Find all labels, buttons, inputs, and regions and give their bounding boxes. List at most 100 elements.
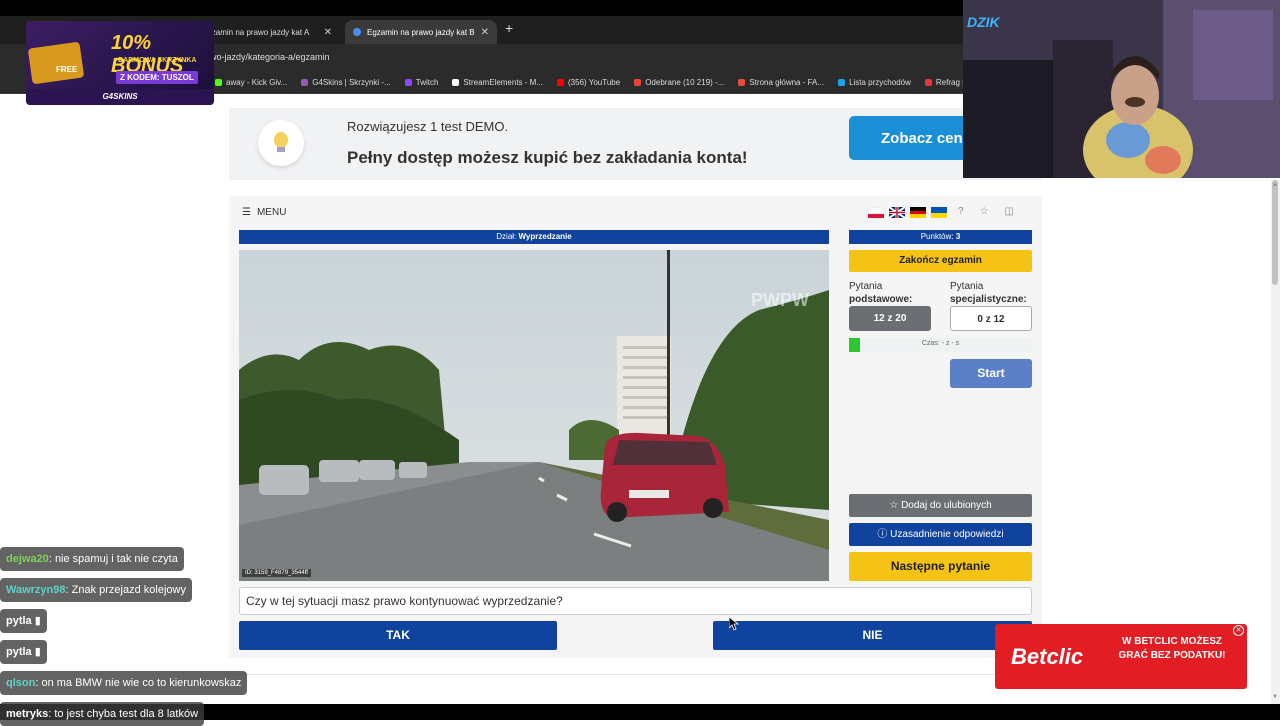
ukrainian-flag-icon[interactable] — [931, 207, 947, 218]
bookmark-item[interactable]: Strona główna - FA... — [738, 78, 824, 87]
tab-label: Egzamin na prawo jazdy kat A — [202, 27, 310, 37]
bookmark-label: (356) YouTube — [568, 78, 621, 87]
close-icon[interactable]: ✕ — [1233, 625, 1244, 636]
polish-flag-icon[interactable] — [868, 207, 884, 218]
chat-username[interactable]: dejwa20 — [6, 553, 49, 565]
language-flags — [868, 207, 947, 219]
bookmark-favicon-icon — [404, 79, 412, 86]
chat-message: pytla ▮ — [0, 609, 47, 633]
chat-message: pytla ▮ — [0, 640, 47, 664]
chat-text: nie spamuj i tak nie czyta — [54, 553, 178, 565]
section-name: Wyprzedzanie — [518, 232, 572, 241]
bookmark-label: away - Kick Giv... — [226, 78, 288, 87]
close-icon[interactable]: ✕ — [324, 27, 332, 38]
code-label: Z KODEM: TUSZOL — [116, 71, 198, 84]
betclic-logo: Betclic — [1011, 644, 1084, 669]
points-value: 3 — [955, 232, 961, 241]
scroll-down-icon[interactable]: ▼ — [1272, 694, 1278, 700]
chat-username[interactable]: qlson — [6, 677, 35, 689]
lightbulb-icon — [258, 120, 304, 166]
chat-username[interactable]: metryks — [6, 708, 48, 720]
points-prefix: Punktów: — [920, 232, 954, 241]
basic-questions-count: 12 z 20 — [849, 306, 931, 331]
bookmark-item[interactable]: Lista przychodów — [838, 78, 911, 87]
section-bar: Dział: Wyprzedzanie — [239, 230, 829, 244]
bookmark-favicon-icon — [634, 79, 642, 86]
chat-username[interactable]: pytla — [6, 646, 32, 658]
menu-button[interactable]: ☰ MENU — [242, 207, 286, 218]
chat-message: metryks: to jest chyba test dla 8 latków — [0, 702, 205, 726]
special-questions-label: Pytania specjalistyczne: — [950, 281, 1027, 305]
chat-username[interactable]: pytla — [6, 615, 32, 627]
star-icon: ☆ — [889, 500, 899, 511]
bookmark-item[interactable]: away - Kick Giv... — [215, 78, 287, 87]
next-question-button[interactable]: Następne pytanie — [849, 552, 1032, 581]
chest-icon — [27, 41, 85, 85]
bookmark-label: Odebrane (10 219) -... — [645, 78, 725, 87]
new-tab-button[interactable]: + — [505, 20, 513, 36]
fav-label: Dodaj do ulubionych — [901, 500, 992, 511]
scroll-up-icon[interactable]: ▲ — [1272, 182, 1278, 188]
help-icon[interactable]: ? — [958, 206, 964, 217]
bookmark-favicon-icon — [215, 79, 222, 86]
webcam-overlay: DZIK — [963, 0, 1280, 178]
chat-message: Wawrzyn98: Znak przejazd kolejowy — [0, 578, 192, 602]
info-icon: ⓘ — [877, 529, 888, 540]
bookmark-label: Lista przychodów — [849, 78, 911, 87]
start-button[interactable]: Start — [950, 359, 1032, 388]
chat-message: dejwa20: nie spamuj i tak nie czyta — [0, 547, 184, 571]
special-questions-label-1: Pytania — [950, 281, 984, 292]
bookmark-label: Twitch — [415, 78, 439, 87]
answer-yes-button[interactable]: TAK — [239, 621, 557, 650]
bookmark-item[interactable]: Odebrane (10 219) -... — [634, 78, 724, 87]
bookmark-favicon-icon — [301, 79, 309, 86]
bookmark-item[interactable]: (356) YouTube — [557, 78, 620, 87]
add-to-favorites-button[interactable]: ☆ Dodaj do ulubionych — [849, 494, 1032, 517]
bookmark-favicon-icon — [452, 79, 460, 86]
mouse-cursor-icon — [729, 617, 739, 631]
free-label: FREE — [56, 65, 78, 74]
bookmark-favicon-icon — [924, 79, 932, 86]
uk-flag-icon[interactable] — [889, 207, 905, 218]
basic-questions-label-1: Pytania — [849, 281, 883, 292]
explanation-label: Uzasadnienie odpowiedzi — [890, 529, 1004, 540]
divider — [229, 674, 1042, 675]
chest-label: +DARMOWA SKRZYNKA — [114, 57, 197, 64]
special-questions-label-2: specjalistyczne — [950, 294, 1024, 305]
close-icon[interactable]: ✕ — [481, 27, 489, 38]
bookmark-item[interactable]: StreamElements - M... — [452, 78, 543, 87]
chat-username[interactable]: Wawrzyn98 — [6, 584, 66, 596]
basic-questions-label-2: podstawowe — [849, 294, 910, 305]
finish-exam-button[interactable]: Zakończ egzamin — [849, 250, 1032, 272]
time-text: Czas: - z - s — [921, 340, 960, 347]
video-id: ID: 3159_F4879_3544ff — [242, 569, 311, 577]
chat-emote-icon: ▮ — [31, 646, 41, 658]
tab-label: Egzamin na prawo jazdy kat B — [367, 27, 475, 37]
section-prefix: Dział: — [496, 232, 517, 241]
answer-no-button[interactable]: NIE — [713, 621, 1032, 650]
star-icon[interactable]: ☆ — [980, 206, 989, 217]
betclic-ad[interactable]: Betclic W BETCLIC MOŻESZ GRAĆ BEZ PODATK… — [995, 624, 1247, 689]
tab-favicon-icon — [353, 28, 361, 36]
camera-icon[interactable]: ◫ — [1005, 206, 1014, 217]
bookmark-item[interactable]: Twitch — [404, 78, 439, 87]
scrollbar-thumb[interactable] — [1272, 180, 1278, 285]
promo-headline: Pełny dostęp możesz kupić bez zakładania… — [347, 148, 748, 167]
explanation-button[interactable]: ⓘ Uzasadnienie odpowiedzi — [849, 523, 1032, 546]
special-questions-count: 0 z 12 — [950, 306, 1032, 331]
hamburger-icon: ☰ — [242, 207, 251, 218]
german-flag-icon[interactable] — [910, 207, 926, 219]
promo-demo-text: Rozwiązujesz 1 test DEMO. — [347, 119, 509, 134]
question-video[interactable]: PWPW ID: 3159_F4879_3544ff — [239, 250, 829, 581]
chat-text: Znak przejazd kolejowy — [71, 584, 186, 596]
menu-label: MENU — [256, 207, 287, 218]
question-text: Czy w tej sytuacji masz prawo kontynuowa… — [239, 587, 1032, 615]
time-progress-bar: Czas: - z - s — [849, 338, 1032, 352]
bookmark-item[interactable]: G4Skins | Skrzynki -... — [301, 78, 391, 87]
bookmark-label: G4Skins | Skrzynki -... — [312, 78, 391, 87]
bookmark-label: Strona główna - FA... — [749, 78, 825, 87]
bookmark-favicon-icon — [738, 79, 746, 86]
tab-exam-b[interactable]: Egzamin na prawo jazdy kat B ✕ — [345, 20, 497, 44]
url-text[interactable]: wo-jazdy/kategoria-a/egzamin — [210, 52, 330, 62]
top-right-icons: ? ☆ ◫ — [958, 206, 1014, 217]
